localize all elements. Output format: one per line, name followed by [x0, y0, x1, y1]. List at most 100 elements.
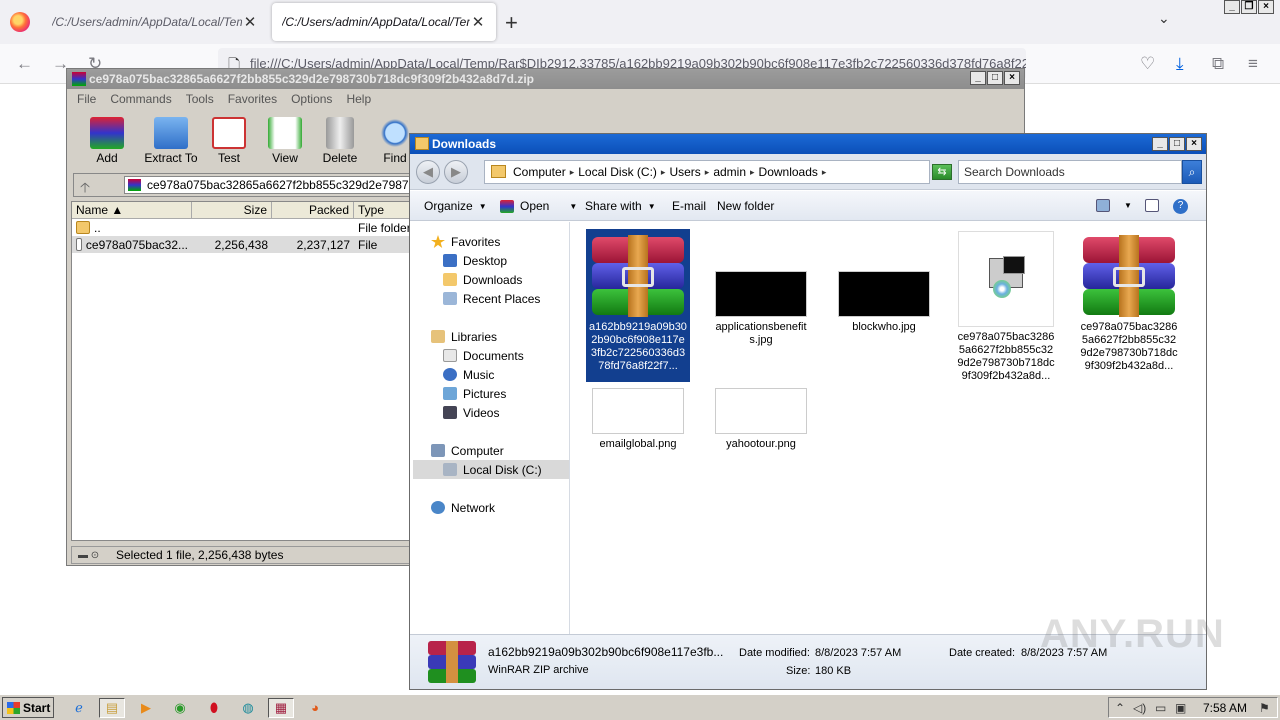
nav-item-desktop[interactable]: Desktop	[443, 251, 507, 270]
winrar-icon	[500, 199, 514, 213]
close-icon[interactable]: ✕	[242, 13, 258, 31]
chevron-down-icon[interactable]: ⌄	[1158, 10, 1170, 27]
breadcrumb[interactable]: Computer ▸ Local Disk (C:) ▸ Users ▸ admin ▸…	[484, 160, 997, 184]
flag-icon[interactable]: ⚑	[1259, 701, 1270, 715]
winrar-taskbar-icon[interactable]: ▦	[268, 698, 294, 718]
speaker-icon[interactable]: ◁)	[1133, 701, 1146, 715]
minimize-button[interactable]: _	[970, 71, 986, 85]
maximize-button[interactable]: □	[987, 71, 1003, 85]
nav-item-music[interactable]: Music	[443, 365, 494, 384]
breadcrumb-item-users[interactable]: Users ▸	[669, 165, 709, 179]
file-item[interactable]: ce978a075bac32865a6627f2bb855c329d2e7987…	[1077, 229, 1181, 376]
back-button[interactable]: ◀	[416, 160, 440, 184]
close-button[interactable]: ×	[1186, 137, 1202, 151]
image-thumbnail	[715, 271, 807, 317]
column-name[interactable]: Name ▲	[72, 202, 192, 218]
delete-label: Delete	[322, 151, 358, 165]
nav-item-local-disk[interactable]: Local Disk (C:)	[413, 460, 569, 479]
forward-button[interactable]: ▶	[444, 160, 468, 184]
column-size[interactable]: Size	[192, 202, 272, 218]
chevron-up-icon[interactable]: ⌃	[1115, 701, 1125, 715]
nav-item-downloads[interactable]: Downloads	[443, 270, 522, 289]
details-modified-label: Date modified:	[739, 647, 810, 659]
share-with-button[interactable]: Share with ▼	[585, 199, 656, 213]
up-arrow-icon[interactable]: 🡡	[80, 177, 90, 201]
refresh-icon[interactable]: ⇆	[932, 164, 952, 180]
close-icon[interactable]: ✕	[470, 13, 486, 31]
new-tab-button[interactable]: +	[505, 10, 518, 36]
menu-options[interactable]: Options	[291, 92, 332, 106]
delete-button[interactable]: Delete	[310, 113, 370, 169]
close-button[interactable]: ×	[1258, 0, 1274, 14]
videos-icon	[443, 406, 457, 419]
breadcrumb-item-admin[interactable]: admin ▸	[713, 165, 754, 179]
menu-file[interactable]: File	[77, 92, 96, 106]
device-icon[interactable]: ▣	[1175, 701, 1186, 715]
opera-icon[interactable]: ⬮	[201, 698, 227, 718]
maximize-button[interactable]: □	[1169, 137, 1185, 151]
menu-icon[interactable]: ≡	[1248, 54, 1258, 74]
file-item[interactable]: yahootour.png	[709, 382, 813, 454]
column-packed[interactable]: Packed	[272, 202, 354, 218]
download-icon[interactable]: ⤓	[1176, 54, 1184, 74]
close-button[interactable]: ×	[1004, 71, 1020, 85]
menu-favorites[interactable]: Favorites	[228, 92, 277, 106]
pocket-icon[interactable]: ♡	[1140, 54, 1155, 74]
menu-commands[interactable]: Commands	[110, 92, 171, 106]
browser-tab-active[interactable]: /C:/Users/admin/AppData/Local/Temp/Rar$D…	[272, 3, 496, 41]
new-folder-button[interactable]: New folder	[717, 199, 774, 213]
explorer-taskbar-icon[interactable]: ▤	[99, 698, 125, 718]
open-button[interactable]: Open ▼	[500, 199, 577, 213]
test-button[interactable]: Test	[199, 113, 259, 169]
nav-item-computer[interactable]: Computer	[431, 441, 504, 460]
restore-button[interactable]: ❐	[1241, 0, 1257, 14]
chrome-icon[interactable]: ◉	[167, 698, 193, 718]
explorer-window[interactable]: Downloads _ □ × ◀ ▶ Computer ▸ Local Disk…	[409, 133, 1207, 690]
nav-item-network[interactable]: Network	[431, 498, 495, 517]
edge-icon[interactable]: ◍	[235, 698, 261, 718]
preview-pane-icon[interactable]	[1145, 199, 1159, 212]
breadcrumb-item-downloads[interactable]: Downloads ▸	[759, 165, 827, 179]
file-name: yahootour.png	[726, 438, 796, 450]
winrar-title-bar[interactable]: ce978a075bac32865a6627f2bb855c329d2e7987…	[67, 69, 1024, 89]
file-view[interactable]: a162bb9219a09b302b90bc6f908e117e3fb2c722…	[572, 222, 1206, 634]
minimize-button[interactable]: _	[1152, 137, 1168, 151]
menu-help[interactable]: Help	[346, 92, 371, 106]
browser-tab[interactable]: /C:/Users/admin/AppData/Local/Temp/Rar$D…	[42, 0, 268, 44]
nav-item-pictures[interactable]: Pictures	[443, 384, 506, 403]
organize-button[interactable]: Organize ▼	[424, 199, 487, 213]
view-options-icon[interactable]: ▼	[1096, 199, 1132, 212]
search-icon[interactable]: ⌕	[1182, 160, 1202, 184]
extensions-icon[interactable]: ⧉	[1212, 54, 1224, 74]
internet-explorer-icon[interactable]: ℯ	[66, 698, 92, 718]
file-item[interactable]: a162bb9219a09b302b90bc6f908e117e3fb2c722…	[586, 229, 690, 382]
file-name: blockwho.jpg	[852, 321, 916, 333]
explorer-title-bar[interactable]: Downloads _ □ ×	[410, 134, 1206, 154]
minimize-button[interactable]: _	[1224, 0, 1240, 14]
nav-item-documents[interactable]: Documents	[443, 346, 524, 365]
firefox-icon[interactable]	[10, 12, 30, 32]
back-arrow-icon[interactable]: ←	[16, 54, 33, 74]
file-item[interactable]: blockwho.jpg	[832, 229, 936, 337]
extract-to-button[interactable]: Extract To	[135, 113, 207, 169]
add-button[interactable]: Add	[77, 113, 137, 169]
network-icon[interactable]: ▭	[1155, 701, 1166, 715]
nav-item-recent-places[interactable]: Recent Places	[443, 289, 540, 308]
menu-tools[interactable]: Tools	[186, 92, 214, 106]
breadcrumb-item-computer[interactable]: Computer ▸	[513, 165, 574, 179]
tab-title: /C:/Users/admin/AppData/Local/Temp/Rar$D…	[52, 15, 242, 29]
nav-item-videos[interactable]: Videos	[443, 403, 499, 422]
file-item[interactable]: applicationsbenefits.jpg	[709, 229, 813, 350]
file-item[interactable]: ce978a075bac32865a6627f2bb855c329d2e7987…	[954, 229, 1058, 386]
nav-item-favorites[interactable]: Favorites	[431, 232, 500, 251]
media-player-icon[interactable]: ▶	[133, 698, 159, 718]
file-item[interactable]: emailglobal.png	[586, 382, 690, 454]
breadcrumb-item-local-disk[interactable]: Local Disk (C:) ▸	[578, 165, 665, 179]
start-button[interactable]: Start	[2, 697, 54, 718]
email-button[interactable]: E-mail	[672, 199, 706, 213]
view-button[interactable]: View	[255, 113, 315, 169]
nav-item-libraries[interactable]: Libraries	[431, 327, 497, 346]
search-input[interactable]: Search Downloads	[958, 160, 1182, 184]
help-icon[interactable]: ?	[1173, 199, 1188, 214]
firefox-taskbar-icon[interactable]: ◕	[302, 698, 328, 718]
